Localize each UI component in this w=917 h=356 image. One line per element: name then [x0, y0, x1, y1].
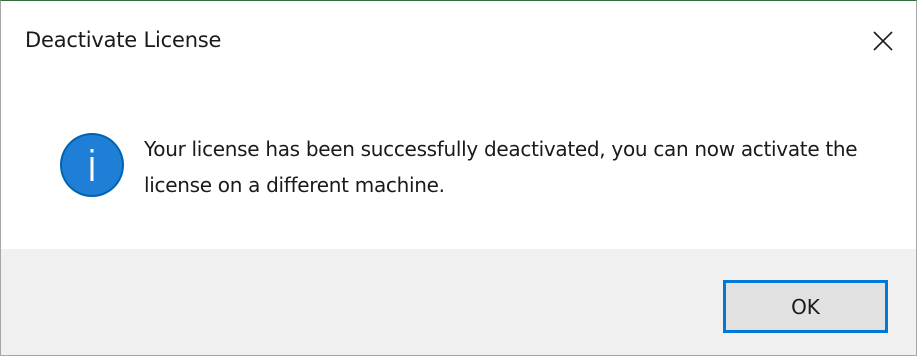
deactivate-license-dialog: Deactivate License Your license has been… [0, 0, 917, 356]
dialog-footer: OK [1, 249, 916, 355]
dialog-content: Your license has been successfully deact… [1, 81, 916, 249]
dialog-message: Your license has been successfully deact… [144, 137, 858, 197]
dialog-title: Deactivate License [25, 28, 222, 52]
ok-button[interactable]: OK [723, 280, 888, 333]
close-icon [873, 31, 893, 51]
title-bar[interactable]: Deactivate License [1, 1, 916, 81]
info-icon [60, 133, 124, 197]
close-button[interactable] [850, 1, 916, 81]
